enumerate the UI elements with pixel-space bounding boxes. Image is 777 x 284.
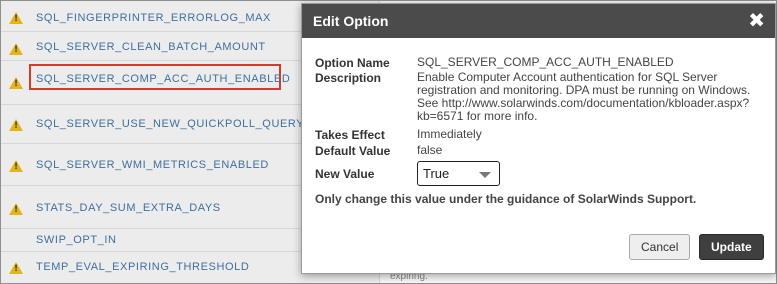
- close-icon[interactable]: ✖: [748, 9, 765, 31]
- option-name-link[interactable]: SQL_SERVER_COMP_ACC_AUTH_ENABLED: [36, 73, 290, 85]
- edit-option-dialog: Edit Option ✖ Option Name SQL_SERVER_COM…: [301, 3, 776, 274]
- update-button[interactable]: Update: [699, 234, 764, 260]
- option-name-link[interactable]: TEMP_EVAL_EXPIRING_THRESHOLD: [36, 261, 249, 273]
- warning-icon: [9, 77, 23, 89]
- list-item[interactable]: SWIP_OPT_IN: [1, 229, 301, 252]
- list-item[interactable]: SQL_SERVER_USE_NEW_QUICKPOLL_QUERY: [1, 105, 304, 144]
- option-name-value: SQL_SERVER_COMP_ACC_AUTH_ENABLED: [417, 55, 674, 69]
- list-item[interactable]: SQL_SERVER_CLEAN_BATCH_AMOUNT: [1, 32, 301, 61]
- description-label: Description: [315, 71, 382, 85]
- warning-icon: [9, 160, 23, 172]
- description-line: kb=6571 for more info.: [417, 109, 538, 123]
- takes-effect-label: Takes Effect: [315, 128, 385, 142]
- option-name-link[interactable]: SWIP_OPT_IN: [36, 234, 117, 246]
- new-value-selected: True: [423, 166, 450, 181]
- dialog-title: Edit Option: [313, 13, 389, 29]
- cancel-button[interactable]: Cancel: [629, 234, 691, 260]
- default-value-value: false: [417, 143, 443, 157]
- chevron-down-icon: [479, 172, 491, 178]
- option-name-link[interactable]: SQL_SERVER_CLEAN_BATCH_AMOUNT: [36, 41, 266, 53]
- list-item-selected[interactable]: SQL_SERVER_COMP_ACC_AUTH_ENABLED: [1, 61, 301, 105]
- warning-icon: [9, 43, 23, 55]
- guidance-note: Only change this value under the guidanc…: [315, 192, 697, 206]
- warning-icon: [9, 119, 23, 131]
- default-value-label: Default Value: [315, 144, 391, 158]
- option-name-link[interactable]: SQL_FINGERPRINTER_ERRORLOG_MAX: [36, 12, 271, 24]
- option-name-link[interactable]: SQL_SERVER_WMI_METRICS_ENABLED: [36, 159, 269, 171]
- option-name-label: Option Name: [315, 56, 390, 70]
- list-item[interactable]: TEMP_EVAL_EXPIRING_THRESHOLD: [1, 252, 301, 283]
- warning-icon: [9, 12, 23, 24]
- warning-icon: [9, 203, 23, 215]
- new-value-label: New Value: [315, 167, 375, 181]
- option-list: SQL_FINGERPRINTER_ERRORLOG_MAX SQL_SERVE…: [1, 1, 304, 283]
- option-name-link[interactable]: SQL_SERVER_USE_NEW_QUICKPOLL_QUERY: [36, 118, 304, 130]
- dialog-header: Edit Option ✖: [302, 4, 775, 38]
- option-name-link[interactable]: STATS_DAY_SUM_EXTRA_DAYS: [36, 202, 221, 214]
- list-item[interactable]: SQL_SERVER_WMI_METRICS_ENABLED: [1, 144, 301, 186]
- new-value-select[interactable]: True: [417, 161, 500, 186]
- takes-effect-value: Immediately: [417, 127, 482, 141]
- warning-icon: [9, 262, 23, 274]
- list-item[interactable]: STATS_DAY_SUM_EXTRA_DAYS: [1, 186, 301, 229]
- list-item[interactable]: SQL_FINGERPRINTER_ERRORLOG_MAX: [1, 1, 301, 32]
- description-value: Enable Computer Account authentication f…: [417, 71, 757, 123]
